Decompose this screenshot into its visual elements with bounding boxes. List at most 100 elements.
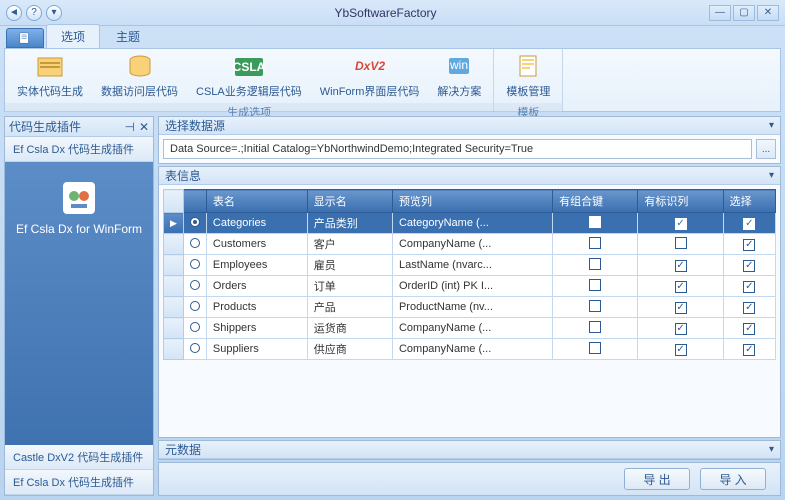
table-row[interactable]: Employees雇员LastName (nvarc...✓✓: [164, 255, 776, 276]
collapse-icon[interactable]: ▾: [769, 170, 774, 181]
cell-select[interactable]: ✓: [723, 276, 775, 297]
cell-select[interactable]: ✓: [723, 255, 775, 276]
cell-select[interactable]: ✓: [723, 213, 775, 234]
row-radio[interactable]: [183, 339, 206, 360]
cell-name: Customers: [206, 234, 307, 255]
row-radio[interactable]: [183, 213, 206, 234]
row-indicator: [164, 255, 184, 276]
footer: 导 出 导 入: [158, 462, 781, 496]
cell-name: Suppliers: [206, 339, 307, 360]
tableinfo-title: 表信息: [165, 167, 201, 184]
row-radio[interactable]: [183, 276, 206, 297]
cell-name: Employees: [206, 255, 307, 276]
entity-icon: [34, 53, 66, 81]
ribbon-winform-code[interactable]: DxV2 WinForm界面层代码: [316, 51, 424, 101]
cell-preview: ProductName (nv...: [392, 297, 552, 318]
col-preview[interactable]: 预览列: [392, 190, 552, 213]
dropdown-button[interactable]: ▾: [46, 5, 62, 21]
table-row[interactable]: Suppliers供应商CompanyName (...✓✓: [164, 339, 776, 360]
minimize-button[interactable]: —: [709, 5, 731, 21]
ribbon-entity-code[interactable]: 实体代码生成: [13, 51, 87, 101]
ribbon-dal-code[interactable]: 数据访问层代码: [97, 51, 182, 101]
table-row[interactable]: Customers客户CompanyName (... ✓: [164, 234, 776, 255]
export-button[interactable]: 导 出: [624, 468, 690, 490]
cell-display: 客户: [307, 234, 392, 255]
pin-icon[interactable]: ⊣: [124, 120, 134, 134]
cell-identity[interactable]: ✓: [638, 297, 723, 318]
cell-preview: CompanyName (...: [392, 318, 552, 339]
cell-select[interactable]: ✓: [723, 234, 775, 255]
tab-options[interactable]: 选项: [46, 24, 100, 48]
row-radio[interactable]: [183, 234, 206, 255]
cell-identity[interactable]: ✓: [638, 339, 723, 360]
col-identity[interactable]: 有标识列: [638, 190, 723, 213]
accordion-header-castle[interactable]: Castle DxV2 代码生成插件: [5, 445, 153, 469]
help-button[interactable]: ?: [26, 5, 42, 21]
cell-identity[interactable]: ✓: [638, 255, 723, 276]
ribbon-csla-code[interactable]: CSLA CSLA业务逻辑层代码: [192, 51, 306, 101]
import-button[interactable]: 导 入: [700, 468, 766, 490]
main-layout: 代码生成插件 ⊣✕ Ef Csla Dx 代码生成插件 Ef Csla Dx f…: [0, 112, 785, 500]
cell-select[interactable]: ✓: [723, 297, 775, 318]
app-orb[interactable]: [6, 28, 44, 48]
csla-icon: CSLA: [233, 53, 265, 81]
cell-display: 订单: [307, 276, 392, 297]
tables-grid: 表名 显示名 预览列 有组合键 有标识列 选择 ▶Categories产品类别C…: [163, 189, 776, 360]
titlebar: ◄ ? ▾ YbSoftwareFactory — ▢ ✕: [0, 0, 785, 26]
metadata-title: 元数据: [165, 441, 201, 458]
row-indicator: [164, 234, 184, 255]
panel-close-icon[interactable]: ✕: [139, 120, 149, 134]
cell-display: 供应商: [307, 339, 392, 360]
ribbon-template-manage[interactable]: 模板管理: [502, 51, 554, 101]
collapse-icon[interactable]: ▾: [769, 444, 774, 455]
col-display[interactable]: 显示名: [307, 190, 392, 213]
cell-identity[interactable]: ✓: [638, 213, 723, 234]
ribbon-group-generate: 实体代码生成 数据访问层代码 CSLA CSLA业务逻辑层代码 DxV2 Win…: [5, 49, 494, 111]
row-radio[interactable]: [183, 255, 206, 276]
cell-identity[interactable]: ✓: [638, 276, 723, 297]
metadata-section: 元数据 ▾: [158, 440, 781, 460]
cell-composite[interactable]: [553, 339, 638, 360]
cell-preview: CategoryName (...: [392, 213, 552, 234]
col-name[interactable]: 表名: [206, 190, 307, 213]
table-row[interactable]: Products产品ProductName (nv...✓✓: [164, 297, 776, 318]
cell-preview: OrderID (int) PK I...: [392, 276, 552, 297]
accordion-efcsladx: Ef Csla Dx 代码生成插件: [5, 137, 153, 162]
cell-identity[interactable]: [638, 234, 723, 255]
cell-select[interactable]: ✓: [723, 318, 775, 339]
cell-composite[interactable]: [553, 276, 638, 297]
table-row[interactable]: Orders订单OrderID (int) PK I...✓✓: [164, 276, 776, 297]
datasource-input[interactable]: [163, 139, 752, 159]
accordion-header-efcsladx[interactable]: Ef Csla Dx 代码生成插件: [5, 137, 153, 161]
cell-preview: CompanyName (...: [392, 234, 552, 255]
cell-composite[interactable]: [553, 318, 638, 339]
plugin-icon[interactable]: [63, 182, 95, 214]
back-button[interactable]: ◄: [6, 5, 22, 21]
maximize-button[interactable]: ▢: [733, 5, 755, 21]
col-select[interactable]: 选择: [723, 190, 775, 213]
table-row[interactable]: Shippers运货商CompanyName (...✓✓: [164, 318, 776, 339]
table-row[interactable]: ▶Categories产品类别CategoryName (...✓✓: [164, 213, 776, 234]
left-panel-title: 代码生成插件: [9, 118, 81, 135]
right-content: 选择数据源 ▾ ... 表信息 ▾ 表名: [158, 116, 781, 496]
svg-text:win: win: [449, 58, 468, 72]
cell-composite[interactable]: [553, 255, 638, 276]
ribbon-solution[interactable]: win 解决方案: [433, 51, 485, 101]
collapse-icon[interactable]: ▾: [769, 120, 774, 131]
accordion-castle: Castle DxV2 代码生成插件: [5, 445, 153, 470]
col-composite[interactable]: 有组合键: [553, 190, 638, 213]
cell-select[interactable]: ✓: [723, 339, 775, 360]
cell-composite[interactable]: [553, 297, 638, 318]
cell-composite[interactable]: [553, 213, 638, 234]
datasource-browse-button[interactable]: ...: [756, 139, 776, 159]
row-indicator: [164, 276, 184, 297]
cell-composite[interactable]: [553, 234, 638, 255]
cell-name: Categories: [206, 213, 307, 234]
accordion-header-efcsladx2[interactable]: Ef Csla Dx 代码生成插件: [5, 470, 153, 494]
cell-identity[interactable]: ✓: [638, 318, 723, 339]
close-button[interactable]: ✕: [757, 5, 779, 21]
row-radio[interactable]: [183, 318, 206, 339]
document-icon: [18, 32, 32, 44]
row-radio[interactable]: [183, 297, 206, 318]
tab-theme[interactable]: 主题: [102, 25, 154, 48]
